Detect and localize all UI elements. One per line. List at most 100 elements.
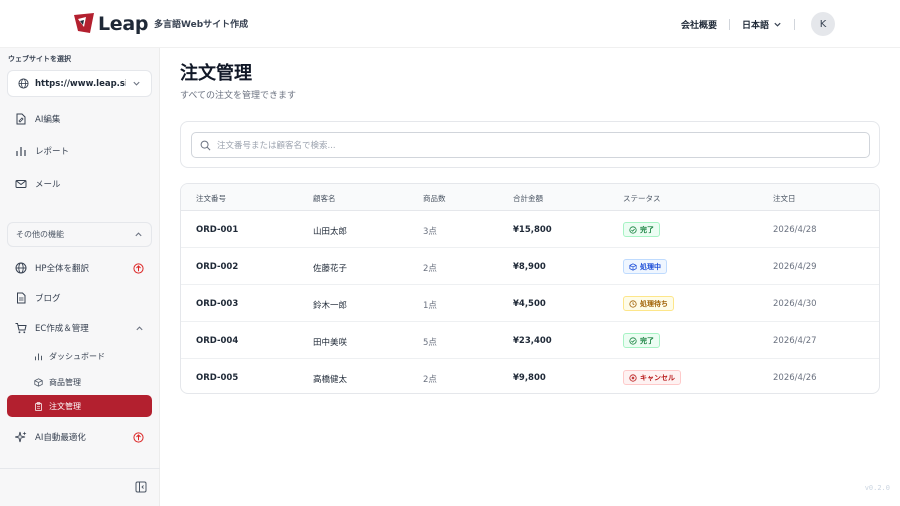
sparkle-icon <box>15 431 27 443</box>
bar-chart-icon <box>15 145 27 157</box>
user-avatar[interactable]: K <box>811 12 835 36</box>
upgrade-icon <box>133 262 144 274</box>
order-total: ¥4,500 <box>513 299 546 309</box>
customer-name: 山田太郎 <box>313 227 348 237</box>
item-count: 1点 <box>423 301 437 311</box>
customer-name: 高橋健太 <box>313 375 348 385</box>
language-selector[interactable]: 日本語 <box>742 18 782 31</box>
header-divider <box>728 18 730 30</box>
main-content: 注文管理 すべての注文を管理できます 注文番号または顧客名で検索... 注文番号… <box>160 48 900 506</box>
table-row[interactable]: ORD-002 佐藤花子 2点 ¥8,900 処理中 2026/4/29 <box>181 248 879 285</box>
sidebar-collapse-icon[interactable] <box>135 481 147 493</box>
more-features-toggle[interactable]: その他の機能 <box>7 222 152 247</box>
ai-edit-icon <box>15 113 27 125</box>
status-badge: 完了 <box>623 222 660 237</box>
company-link[interactable]: 会社概要 <box>681 18 717 31</box>
upgrade-icon <box>133 431 144 443</box>
orders-table: 注文番号 顧客名 商品数 合計金額 ステータス 注文日 ORD-001 山田太郎… <box>180 183 880 394</box>
status-label: 処理中 <box>640 262 661 271</box>
order-total: ¥9,800 <box>513 373 546 383</box>
sidebar-item-ai-edit[interactable]: AI編集 <box>7 106 152 132</box>
order-total: ¥23,400 <box>513 336 552 346</box>
sidebar-subitem-products[interactable]: 商品管理 <box>7 371 152 393</box>
package-icon <box>629 262 637 271</box>
sidebar-item-mail[interactable]: メール <box>7 171 152 197</box>
customer-name: 鈴木一郎 <box>313 301 348 311</box>
order-date: 2026/4/29 <box>773 262 817 272</box>
order-date: 2026/4/28 <box>773 225 817 235</box>
status-badge: 処理待ち <box>623 296 674 311</box>
chevron-down-icon <box>774 22 781 27</box>
table-header: 注文番号 顧客名 商品数 合計金額 ステータス 注文日 <box>181 184 879 211</box>
order-date: 2026/4/30 <box>773 299 817 309</box>
column-header: 注文番号 <box>196 194 226 203</box>
bar-chart-icon <box>35 353 42 360</box>
order-id: ORD-002 <box>196 262 239 272</box>
column-header: 商品数 <box>423 194 446 203</box>
order-date: 2026/4/27 <box>773 336 817 346</box>
sidebar-item-translate-site[interactable]: HP全体を翻訳 <box>7 255 152 281</box>
sidebar-subitem-label: ダッシュボード <box>49 351 105 361</box>
search-placeholder: 注文番号または顧客名で検索... <box>217 141 336 151</box>
status-label: 処理待ち <box>640 299 668 308</box>
brand-logo[interactable]: Leap <box>72 12 149 36</box>
brand-tagline: 多言語Webサイト作成 <box>154 20 249 30</box>
column-header: 合計金額 <box>513 194 543 203</box>
cart-icon <box>15 322 27 334</box>
more-features-label: その他の機能 <box>16 230 64 239</box>
sidebar-item-ai-optimize[interactable]: AI自動最適化 <box>7 424 152 450</box>
sidebar-subitem-label: 商品管理 <box>49 377 81 387</box>
website-select-label: ウェブサイトを選択 <box>8 55 71 63</box>
sidebar-subitem-dashboard[interactable]: ダッシュボード <box>7 345 152 367</box>
customer-name: 田中美咲 <box>313 338 348 348</box>
chevron-down-icon <box>133 81 140 86</box>
status-badge: キャンセル <box>623 370 681 385</box>
item-count: 5点 <box>423 338 437 348</box>
sidebar-divider <box>0 468 160 469</box>
search-icon <box>200 140 211 150</box>
website-selector[interactable]: https://www.leap.sit... <box>7 70 152 97</box>
sidebar-item-label: メール <box>35 180 61 190</box>
table-row[interactable]: ORD-001 山田太郎 3点 ¥15,800 完了 2026/4/28 <box>181 211 879 248</box>
clipboard-icon <box>35 401 42 411</box>
column-header: 注文日 <box>773 194 796 203</box>
sidebar-item-label: HP全体を翻訳 <box>35 264 90 274</box>
order-total: ¥8,900 <box>513 262 546 272</box>
website-url: https://www.leap.sit... <box>35 78 126 89</box>
header-divider <box>794 18 795 30</box>
version-label: v0.2.0 <box>864 484 890 492</box>
table-row[interactable]: ORD-003 鈴木一郎 1点 ¥4,500 処理待ち 2026/4/30 <box>181 285 879 322</box>
box-icon <box>34 377 43 387</box>
chevron-up-icon <box>136 325 143 330</box>
table-row[interactable]: ORD-005 高橋健太 2点 ¥9,800 キャンセル 2026/4/26 <box>181 359 879 393</box>
sidebar-item-report[interactable]: レポート <box>7 138 152 164</box>
search-card: 注文番号または顧客名で検索... <box>180 121 880 168</box>
status-badge: 完了 <box>623 333 660 348</box>
page-subtitle: すべての注文を管理できます <box>180 91 297 101</box>
check-circle-icon <box>629 225 637 234</box>
x-circle-icon <box>629 373 637 382</box>
order-search-input[interactable]: 注文番号または顧客名で検索... <box>191 132 870 158</box>
sidebar: ウェブサイトを選択 https://www.leap.sit... AI編集 レ… <box>0 48 160 506</box>
mail-icon <box>15 178 27 190</box>
document-icon <box>15 292 27 304</box>
table-row[interactable]: ORD-004 田中美咲 5点 ¥23,400 完了 2026/4/27 <box>181 322 879 359</box>
top-header: Leap 多言語Webサイト作成 会社概要 日本語 K <box>0 0 900 48</box>
language-label: 日本語 <box>741 20 769 31</box>
customer-name: 佐藤花子 <box>313 264 348 274</box>
order-id: ORD-005 <box>196 373 239 383</box>
sidebar-item-label: レポート <box>35 147 70 157</box>
sidebar-item-label: EC作成＆管理 <box>35 324 89 334</box>
brand-name: Leap <box>98 13 149 35</box>
page-title: 注文管理 <box>180 63 252 84</box>
status-label: 完了 <box>640 336 654 345</box>
order-date: 2026/4/26 <box>773 373 817 383</box>
sidebar-subitem-label: 注文管理 <box>49 401 81 411</box>
sidebar-subitem-orders[interactable]: 注文管理 <box>7 395 152 417</box>
sidebar-item-ec[interactable]: EC作成＆管理 <box>7 315 152 341</box>
sidebar-item-label: ブログ <box>35 294 61 304</box>
sidebar-item-blog[interactable]: ブログ <box>7 285 152 311</box>
item-count: 2点 <box>423 375 437 385</box>
clock-icon <box>629 299 637 308</box>
check-circle-icon <box>629 336 637 345</box>
